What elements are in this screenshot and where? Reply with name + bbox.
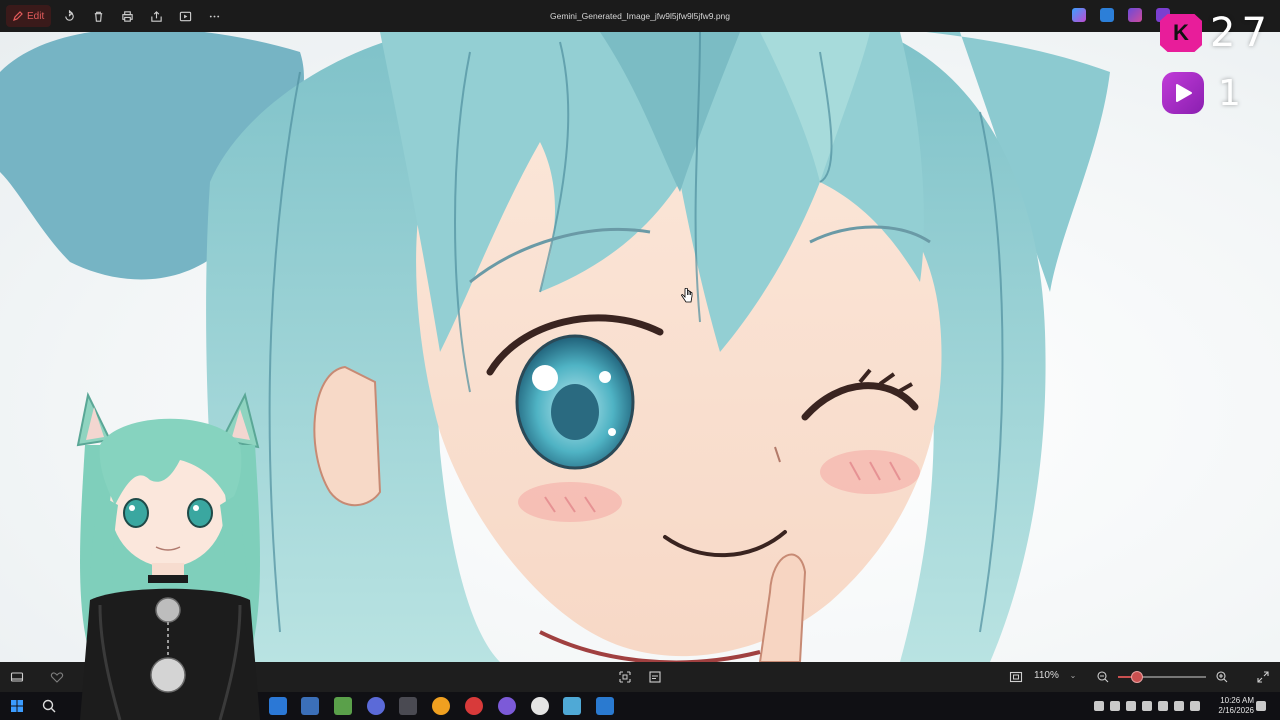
taskbar-app-chrome[interactable] — [531, 697, 549, 715]
more-icon[interactable] — [203, 5, 225, 27]
play-count: 1 — [1218, 72, 1241, 114]
print-icon[interactable] — [116, 5, 138, 27]
chevron-down-icon: ⌄ — [1069, 671, 1077, 680]
taskbar-app-green[interactable] — [334, 697, 352, 715]
k-counter-overlay: K 27 — [1160, 10, 1273, 56]
taskbar-app-red[interactable] — [465, 697, 483, 715]
chevron-up-icon[interactable] — [1094, 701, 1104, 711]
zoom-value: 110% — [1034, 670, 1059, 681]
title-bar: Edit Gemini_Generated_Image_jfw9l5jfw9l5… — [0, 0, 1280, 32]
delete-icon[interactable] — [87, 5, 109, 27]
taskbar-app-blue[interactable] — [596, 697, 614, 715]
k-badge-icon: K — [1160, 14, 1202, 52]
taskbar-app-edge[interactable] — [301, 697, 319, 715]
search-icon[interactable] — [40, 697, 58, 715]
fullscreen-icon[interactable] — [1255, 669, 1271, 685]
taskbar-app-explorer[interactable] — [399, 697, 417, 715]
crop-icon[interactable] — [617, 669, 633, 685]
play-counter-overlay: 1 — [1162, 72, 1241, 114]
rotate-icon[interactable] — [58, 5, 80, 27]
fit-icon[interactable] — [1008, 669, 1024, 685]
app-icon-purple[interactable] — [1128, 8, 1142, 22]
wifi-icon[interactable] — [1158, 701, 1168, 711]
title-bar-app-icons — [1072, 8, 1170, 22]
onedrive-icon[interactable] — [1126, 701, 1136, 711]
app-icon-blue[interactable] — [1100, 8, 1114, 22]
vtuber-avatar — [76, 391, 260, 720]
notification-icon[interactable] — [1256, 701, 1266, 711]
taskbar-app-photos[interactable] — [563, 697, 581, 715]
zoom-out-icon[interactable] — [1095, 669, 1111, 685]
zoom-dropdown[interactable]: 110% ⌄ — [1034, 670, 1076, 681]
filmstrip-icon[interactable] — [9, 669, 25, 685]
clock-date: 2/16/2026 — [1218, 706, 1254, 715]
taskbar-app-orange[interactable] — [432, 697, 450, 715]
clock-time: 10:26 AM — [1220, 696, 1254, 705]
hand-cursor-icon — [681, 288, 693, 303]
slideshow-icon[interactable] — [174, 5, 196, 27]
edit-label: Edit — [27, 10, 45, 22]
zoom-slider-thumb[interactable] — [1130, 671, 1143, 683]
share-icon[interactable] — [145, 5, 167, 27]
edit-button[interactable]: Edit — [6, 5, 52, 27]
select-icon[interactable] — [647, 669, 663, 685]
copilot-icon[interactable] — [1072, 8, 1086, 22]
zoom-in-icon[interactable] — [1214, 669, 1230, 685]
system-clock[interactable]: 10:26 AM 2/16/2026 — [1218, 696, 1254, 716]
microphone-icon[interactable] — [1142, 701, 1152, 711]
taskbar-app-purple[interactable] — [498, 697, 516, 715]
volume-icon[interactable] — [1174, 701, 1184, 711]
taskbar-app-discord[interactable] — [367, 697, 385, 715]
k-count: 27 — [1210, 10, 1273, 56]
network-icon[interactable] — [1110, 701, 1120, 711]
zoom-slider[interactable] — [1118, 671, 1206, 683]
battery-icon[interactable] — [1190, 701, 1200, 711]
start-icon[interactable] — [8, 697, 26, 715]
pen-icon — [13, 11, 23, 21]
play-badge-icon — [1162, 72, 1204, 114]
